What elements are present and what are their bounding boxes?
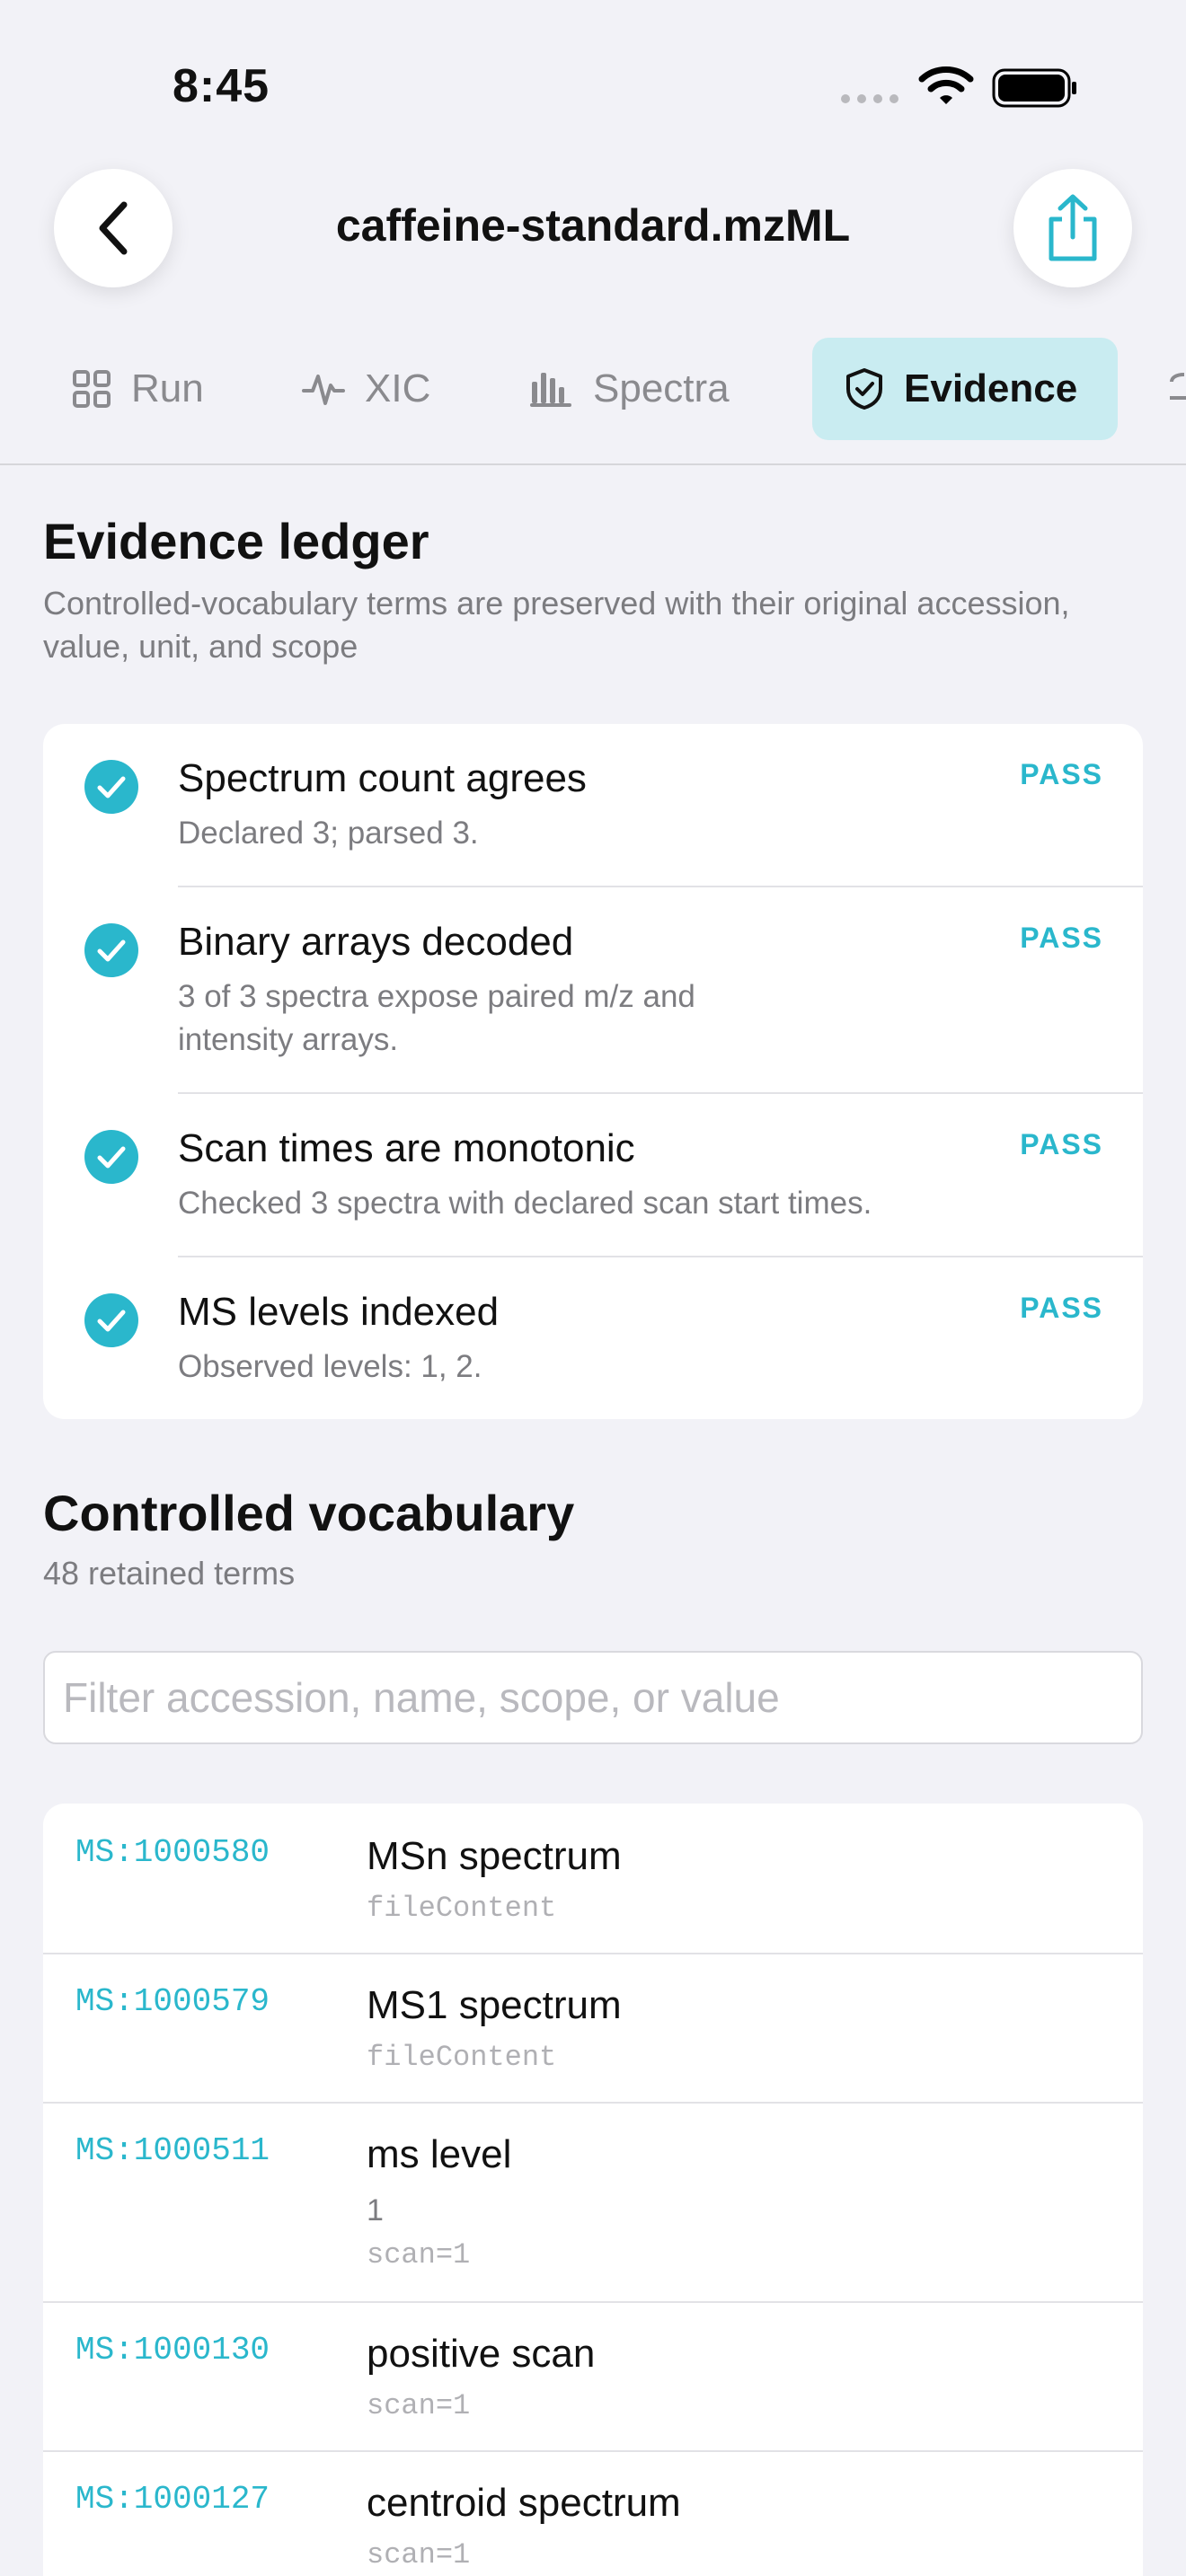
bar-chart-icon — [530, 373, 571, 407]
term-scope: scan=1 — [367, 2389, 471, 2422]
term-scope: scan=1 — [367, 2538, 471, 2572]
term-accession: MS:1000511 — [75, 2132, 270, 2169]
check-detail: Observed levels: 1, 2. — [178, 1349, 482, 1384]
share-button[interactable] — [1013, 169, 1132, 287]
battery-icon — [992, 68, 1076, 108]
term-scope: fileContent — [367, 1892, 557, 1925]
check-title: Spectrum count agrees — [178, 756, 587, 800]
tab-spectra-label: Spectra — [593, 366, 730, 410]
check-row: Binary arrays decoded 3 of 3 spectra exp… — [43, 887, 1143, 1094]
check-title: Binary arrays decoded — [178, 920, 574, 964]
term-value: 1 — [367, 2193, 384, 2228]
term-accession: MS:1000130 — [75, 2332, 270, 2369]
check-row: Spectrum count agrees Declared 3; parsed… — [43, 724, 1143, 887]
wifi-icon — [918, 66, 974, 104]
tab-bar: Run XIC Spectra Evidence — [0, 338, 1186, 446]
partial-tab-icon — [1170, 373, 1186, 400]
shield-check-icon — [846, 368, 882, 410]
table-row[interactable]: MS:1000511 ms level 1 scan=1 — [43, 2104, 1143, 2301]
tab-evidence[interactable]: Evidence — [812, 338, 1118, 440]
status-time: 8:45 — [173, 60, 270, 112]
tab-xic[interactable]: XIC — [302, 338, 430, 440]
status-badge: PASS — [1020, 1128, 1103, 1160]
check-row: Scan times are monotonic Checked 3 spect… — [43, 1094, 1143, 1257]
table-row[interactable]: MS:1000579 MS1 spectrum fileContent — [43, 1954, 1143, 2102]
check-detail: Declared 3; parsed 3. — [178, 816, 479, 851]
term-name: positive scan — [367, 2332, 596, 2376]
term-name: ms level — [367, 2132, 512, 2176]
term-accession: MS:1000127 — [75, 2481, 270, 2518]
check-detail: 3 of 3 spectra expose paired m/z and int… — [178, 979, 695, 1057]
vocabulary-subtitle: 48 retained terms — [43, 1555, 296, 1592]
vocabulary-terms-card: MS:1000580 MSn spectrum fileContent MS:1… — [43, 1804, 1143, 2576]
tab-xic-label: XIC — [365, 366, 431, 410]
filter-input[interactable] — [43, 1651, 1143, 1744]
tab-overflow[interactable] — [1168, 338, 1186, 440]
checkmark-circle-icon — [84, 1293, 138, 1347]
check-title: Scan times are monotonic — [178, 1126, 635, 1170]
term-name: MS1 spectrum — [367, 1983, 622, 2027]
tab-spectra[interactable]: Spectra — [528, 338, 730, 440]
status-badge: PASS — [1020, 922, 1103, 954]
share-icon — [1049, 194, 1097, 261]
term-accession: MS:1000579 — [75, 1983, 270, 2020]
cellular-signal-icon — [841, 94, 898, 103]
grid-icon — [73, 370, 111, 408]
evidence-subtitle: Controlled-vocabulary terms are preserve… — [43, 585, 1070, 665]
term-accession: MS:1000580 — [75, 1834, 270, 1871]
term-name: MSn spectrum — [367, 1834, 622, 1878]
checkmark-circle-icon — [84, 923, 138, 977]
checkmark-circle-icon — [84, 1130, 138, 1184]
tab-run[interactable]: Run — [72, 338, 204, 440]
tab-divider — [0, 463, 1186, 465]
check-row: MS levels indexed Observed levels: 1, 2.… — [43, 1257, 1143, 1419]
table-row[interactable]: MS:1000130 positive scan scan=1 — [43, 2303, 1143, 2450]
status-bar: 8:45 — [0, 0, 1186, 162]
check-detail: Checked 3 spectra with declared scan sta… — [178, 1186, 872, 1221]
status-badge: PASS — [1020, 758, 1103, 790]
page-title: caffeine-standard.mzML — [335, 200, 851, 251]
vocabulary-title: Controlled vocabulary — [43, 1485, 575, 1541]
term-scope: fileContent — [367, 2041, 557, 2074]
checkmark-circle-icon — [84, 760, 138, 814]
tab-run-label: Run — [131, 366, 204, 410]
term-name: centroid spectrum — [367, 2481, 681, 2525]
navigation-bar: caffeine-standard.mzML Run XIC Spectra E… — [0, 162, 1186, 467]
waveform-icon — [302, 375, 345, 405]
status-badge: PASS — [1020, 1292, 1103, 1324]
term-scope: scan=1 — [367, 2238, 471, 2272]
table-row[interactable]: MS:1000127 centroid spectrum scan=1 — [43, 2452, 1143, 2576]
check-title: MS levels indexed — [178, 1290, 500, 1334]
table-row[interactable]: MS:1000580 MSn spectrum fileContent — [43, 1804, 1143, 1953]
tab-evidence-label: Evidence — [904, 366, 1078, 410]
evidence-checks-card: Spectrum count agrees Declared 3; parsed… — [43, 724, 1143, 1419]
evidence-title: Evidence ledger — [43, 513, 429, 569]
